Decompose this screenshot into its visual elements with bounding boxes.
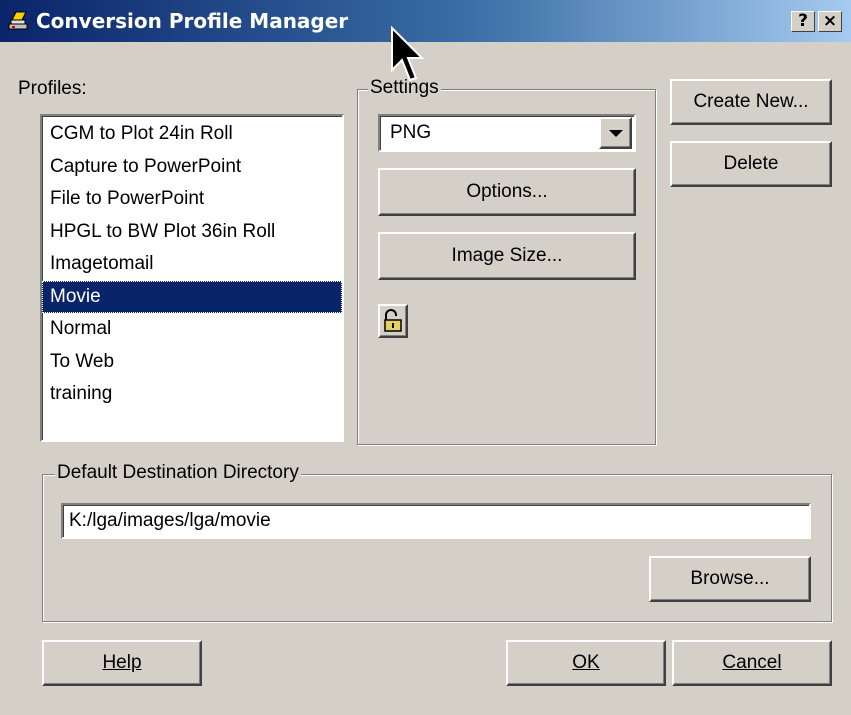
app-icon (8, 11, 28, 30)
browse-button[interactable]: Browse... (649, 556, 811, 602)
help-question-button[interactable]: ? (791, 11, 815, 32)
help-button-label: Help (102, 652, 142, 673)
format-dropdown-button[interactable] (599, 117, 632, 149)
options-button-label: Options... (466, 181, 548, 202)
profiles-label: Profiles: (18, 78, 87, 99)
list-item[interactable]: Normal (42, 313, 342, 346)
list-item[interactable]: HPGL to BW Plot 36in Roll (42, 216, 342, 249)
list-item[interactable]: CGM to Plot 24in Roll (42, 118, 342, 151)
help-button[interactable]: Help (42, 640, 202, 686)
close-button[interactable]: × (818, 11, 842, 32)
window-title: Conversion Profile Manager (36, 9, 349, 33)
create-new-button[interactable]: Create New... (670, 79, 832, 125)
lock-toggle-button[interactable] (378, 304, 408, 338)
unlocked-padlock-icon (384, 309, 402, 332)
destination-path-value: K:/lga/images/lga/movie (69, 510, 271, 531)
cancel-button[interactable]: Cancel (672, 640, 832, 686)
list-item-selected[interactable]: Movie (42, 280, 342, 313)
cancel-button-label: Cancel (722, 652, 782, 673)
destination-path-input[interactable]: K:/lga/images/lga/movie (61, 503, 811, 539)
format-select[interactable]: PNG (378, 114, 636, 152)
delete-button-label: Delete (723, 153, 779, 174)
ok-button[interactable]: OK (506, 640, 666, 686)
profiles-list[interactable]: CGM to Plot 24in Roll Capture to PowerPo… (40, 114, 344, 442)
list-item[interactable]: Imagetomail (42, 248, 342, 281)
options-button[interactable]: Options... (378, 168, 636, 216)
browse-button-label: Browse... (690, 568, 770, 589)
format-select-value: PNG (390, 122, 432, 143)
mouse-cursor-icon (391, 26, 425, 82)
chevron-down-icon (609, 130, 623, 137)
create-new-button-label: Create New... (693, 91, 809, 112)
list-item[interactable]: training (42, 378, 342, 411)
ok-button-label: OK (572, 652, 600, 673)
list-item[interactable]: File to PowerPoint (42, 183, 342, 216)
image-size-button-label: Image Size... (451, 245, 563, 266)
delete-button[interactable]: Delete (670, 141, 832, 187)
list-item[interactable]: To Web (42, 346, 342, 379)
list-item[interactable]: Capture to PowerPoint (42, 151, 342, 184)
destination-group-title: Default Destination Directory (55, 462, 301, 484)
image-size-button[interactable]: Image Size... (378, 232, 636, 280)
